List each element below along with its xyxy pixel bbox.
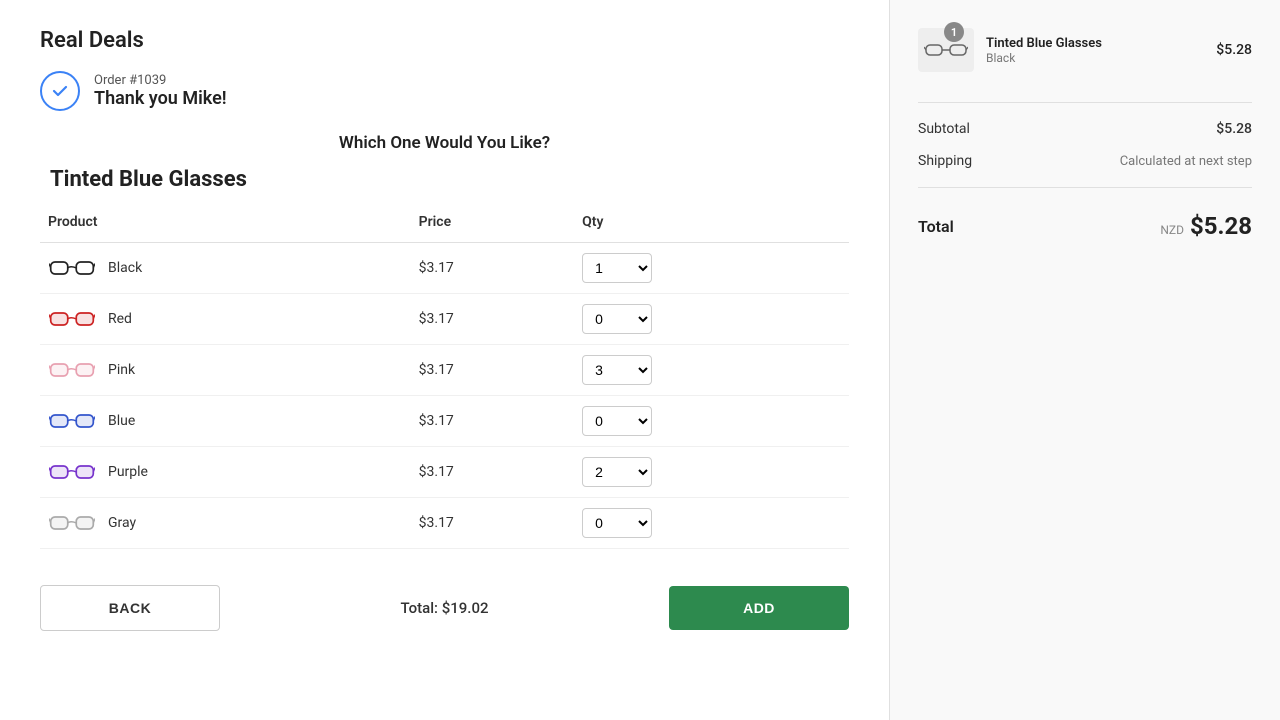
col-header-price: Price [411,208,575,243]
table-row: Gray $3.17012345678910 [40,498,849,549]
product-cell-red: Red [40,294,411,345]
qty-cell-blue: 012345678910 [574,396,849,447]
price-cell-black: $3.17 [411,243,575,294]
right-panel: 1 Tinted Blue Glasses Black $5.28 Subtot… [890,0,1280,720]
table-row: Pink $3.17012345678910 [40,345,849,396]
store-title: Real Deals [40,28,849,53]
thank-you-message: Thank you Mike! [94,88,227,109]
total-row: Total NZD $5.28 [918,198,1252,244]
table-row: Purple $3.17012345678910 [40,447,849,498]
glasses-icon-pink [48,356,96,384]
variant-name-black: Black [108,260,142,276]
price-cell-pink: $3.17 [411,345,575,396]
variant-name-pink: Pink [108,362,135,378]
check-circle-icon [40,71,80,111]
back-button[interactable]: BACK [40,585,220,631]
total-price: $5.28 [1190,212,1252,240]
variant-name-red: Red [108,311,132,327]
qty-select-blue[interactable]: 012345678910 [582,406,652,436]
order-text: Order #1039 Thank you Mike! [94,73,227,109]
price-cell-purple: $3.17 [411,447,575,498]
cart-item: 1 Tinted Blue Glasses Black $5.28 [918,28,1252,72]
qty-cell-black: 012345678910 [574,243,849,294]
prompt-heading: Which One Would You Like? [40,133,849,153]
subtotal-label: Subtotal [918,121,970,137]
table-row: Red $3.17012345678910 [40,294,849,345]
left-panel: Real Deals Order #1039 Thank you Mike! W… [0,0,890,720]
shipping-label: Shipping [918,153,972,169]
order-number: Order #1039 [94,73,227,88]
total-price-group: NZD $5.28 [1160,212,1252,240]
cart-badge: 1 [944,22,964,42]
qty-cell-pink: 012345678910 [574,345,849,396]
footer-total: Total: $19.02 [240,599,649,617]
variant-name-blue: Blue [108,413,135,429]
currency-label: NZD [1160,223,1184,237]
price-cell-blue: $3.17 [411,396,575,447]
variant-name-purple: Purple [108,464,148,480]
qty-select-purple[interactable]: 012345678910 [582,457,652,487]
product-cell-blue: Blue [40,396,411,447]
variant-name-gray: Gray [108,515,136,531]
glasses-icon-gray [48,509,96,537]
qty-cell-red: 012345678910 [574,294,849,345]
product-cell-purple: Purple [40,447,411,498]
shipping-value: Calculated at next step [1120,154,1252,169]
qty-select-pink[interactable]: 012345678910 [582,355,652,385]
product-cell-black: Black [40,243,411,294]
glasses-icon-blue [48,407,96,435]
cart-item-variant: Black [986,51,1204,65]
glasses-icon-red [48,305,96,333]
footer-bar: BACK Total: $19.02 ADD [40,569,849,631]
table-row: Blue $3.17012345678910 [40,396,849,447]
add-button[interactable]: ADD [669,586,849,630]
qty-cell-gray: 012345678910 [574,498,849,549]
price-cell-gray: $3.17 [411,498,575,549]
table-row: Black $3.17012345678910 [40,243,849,294]
glasses-icon-black [48,254,96,282]
subtotal-row: Subtotal $5.28 [918,113,1252,145]
divider-2 [918,187,1252,188]
cart-item-info: Tinted Blue Glasses Black [986,36,1204,65]
total-label: Total [918,217,954,236]
qty-select-red[interactable]: 012345678910 [582,304,652,334]
glasses-icon-purple [48,458,96,486]
subtotal-value: $5.28 [1216,121,1252,137]
col-header-qty: Qty [574,208,849,243]
shipping-row: Shipping Calculated at next step [918,145,1252,177]
qty-cell-purple: 012345678910 [574,447,849,498]
order-info: Order #1039 Thank you Mike! [40,71,849,111]
qty-select-gray[interactable]: 012345678910 [582,508,652,538]
price-cell-red: $3.17 [411,294,575,345]
cart-item-name: Tinted Blue Glasses [986,36,1204,51]
product-title: Tinted Blue Glasses [40,167,849,192]
divider-1 [918,102,1252,103]
product-cell-pink: Pink [40,345,411,396]
qty-select-black[interactable]: 012345678910 [582,253,652,283]
cart-item-price: $5.28 [1216,42,1252,58]
product-table: Product Price Qty Black$3.17012345678910… [40,208,849,549]
product-cell-gray: Gray [40,498,411,549]
col-header-product: Product [40,208,411,243]
